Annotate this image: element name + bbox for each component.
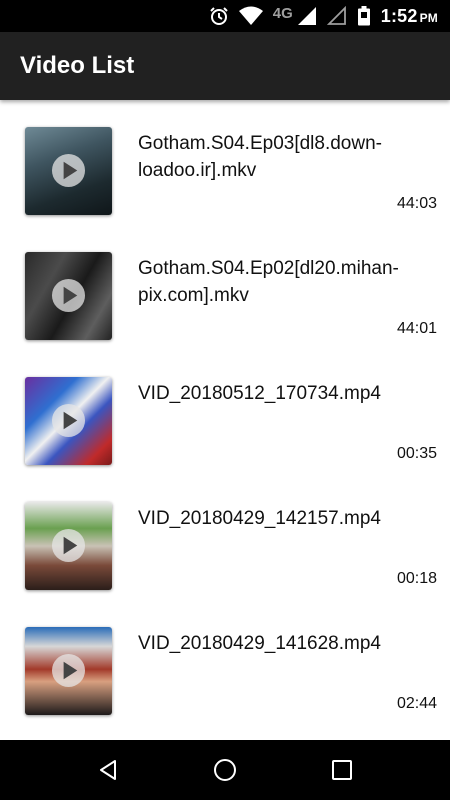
- video-title: Gotham.S04.Ep03[dl8.down-loadoo.ir].mkv: [138, 133, 382, 181]
- video-title: Gotham.S04.Ep02[dl20.mihan-pix.com].mkv: [138, 258, 399, 306]
- video-thumbnail[interactable]: [25, 377, 112, 465]
- video-title: VID_20180429_141628.mp4: [138, 633, 381, 654]
- alarm-icon: [210, 7, 228, 25]
- signal-empty-icon: [326, 6, 346, 25]
- video-title: VID_20180512_170734.mp4: [138, 383, 381, 404]
- video-list-item[interactable]: VID_20180512_170734.mp4 00:35: [0, 350, 450, 475]
- video-duration: 00:35: [396, 445, 437, 462]
- video-thumbnail[interactable]: [25, 627, 112, 715]
- play-icon: [51, 403, 86, 438]
- back-button[interactable]: [88, 750, 128, 790]
- home-icon: [213, 759, 236, 781]
- video-duration: 02:44: [396, 695, 437, 712]
- recents-button[interactable]: [322, 750, 362, 790]
- video-list-item[interactable]: Gotham.S04.Ep02[dl20.mihan-pix.com].mkv …: [0, 225, 450, 350]
- video-list[interactable]: Gotham.S04.Ep03[dl8.down-loadoo.ir].mkv …: [0, 100, 450, 740]
- video-list-item[interactable]: Gotham.S04.Ep03[dl8.down-loadoo.ir].mkv …: [0, 100, 450, 225]
- video-list-item[interactable]: VID_20180429_142157.mp4 00:18: [0, 475, 450, 600]
- play-icon: [51, 153, 86, 188]
- video-thumbnail[interactable]: [25, 127, 112, 215]
- navigation-bar: [0, 740, 450, 800]
- status-time: 1:52 PM: [381, 6, 438, 27]
- play-icon: [51, 528, 86, 563]
- play-icon: [51, 278, 86, 313]
- video-thumbnail[interactable]: [25, 502, 112, 590]
- back-icon: [100, 760, 117, 780]
- video-title: VID_20180429_142157.mp4: [138, 508, 381, 529]
- page-title: Video List: [20, 52, 135, 79]
- video-duration: 44:03: [396, 195, 437, 212]
- status-bar: 4G 1:52 PM: [0, 0, 450, 32]
- network-type-label: 4G: [272, 4, 293, 22]
- video-duration: 00:18: [396, 570, 437, 587]
- home-button[interactable]: [205, 750, 245, 790]
- video-thumbnail[interactable]: [25, 252, 112, 340]
- app-bar: Video List: [0, 32, 450, 100]
- play-icon: [51, 653, 86, 688]
- time-value: 1:52: [380, 5, 418, 26]
- recents-icon: [331, 760, 352, 780]
- time-ampm: PM: [419, 10, 438, 25]
- wifi-icon: [238, 6, 263, 25]
- video-list-item[interactable]: VID_20180429_141628.mp4 02:44: [0, 600, 450, 725]
- video-duration: 44:01: [396, 320, 437, 337]
- signal-icon: [297, 7, 316, 25]
- battery-icon: [357, 6, 370, 26]
